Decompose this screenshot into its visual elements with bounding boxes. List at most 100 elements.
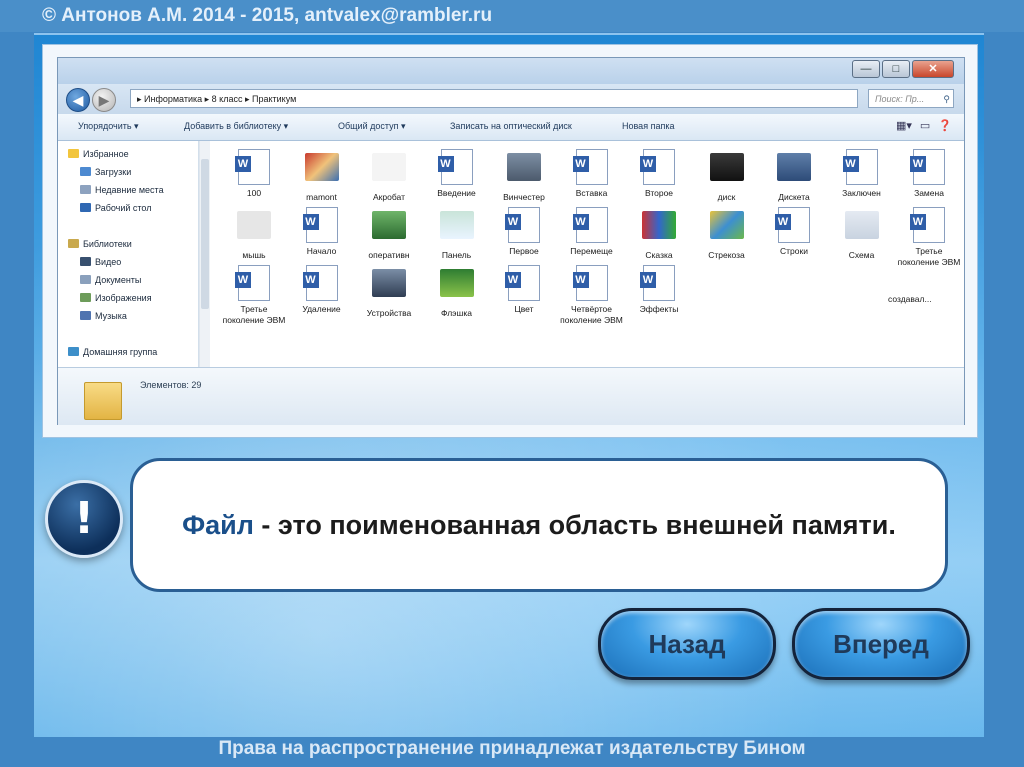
file-item[interactable]: Винчестер bbox=[490, 149, 558, 203]
file-item[interactable]: Первое bbox=[490, 207, 558, 257]
file-label: Сказка bbox=[645, 250, 673, 260]
definition-text: Файл - это поименованная область внешней… bbox=[182, 505, 896, 545]
search-input[interactable]: Поиск: Пр... ⚲ bbox=[868, 89, 954, 108]
sidebar-item-desktop[interactable]: Рабочий стол bbox=[80, 203, 152, 213]
navigation-pane: Избранное Загрузки Недавние места Рабочи… bbox=[58, 141, 199, 367]
file-item[interactable]: Панель bbox=[423, 207, 491, 261]
file-item[interactable]: Флэшка bbox=[423, 265, 491, 319]
view-icon[interactable]: ▦▾ bbox=[896, 119, 912, 132]
sidebar-label: Избранное bbox=[83, 149, 129, 159]
sidebar-item-video[interactable]: Видео bbox=[80, 257, 121, 267]
file-label: Акробат bbox=[373, 192, 405, 202]
share-button[interactable]: Общий доступ ▾ bbox=[338, 121, 406, 132]
forward-button[interactable]: Вперед bbox=[792, 608, 970, 680]
file-thumbnail bbox=[372, 211, 406, 239]
burn-button[interactable]: Записать на оптический диск bbox=[450, 121, 572, 131]
sidebar-item-libraries[interactable]: Библиотеки bbox=[68, 239, 132, 249]
new-folder-button[interactable]: Новая папка bbox=[622, 121, 674, 131]
file-item[interactable]: 100 bbox=[220, 149, 288, 199]
definition-box: Файл - это поименованная область внешней… bbox=[130, 458, 948, 592]
file-item[interactable]: Акробат bbox=[355, 149, 423, 203]
document-glyph bbox=[302, 265, 338, 301]
close-button[interactable]: ✕ bbox=[912, 60, 954, 78]
word-document-icon bbox=[909, 149, 949, 185]
desktop-icon bbox=[80, 203, 91, 212]
file-item[interactable]: мышь bbox=[220, 207, 288, 261]
file-icon bbox=[842, 211, 882, 247]
file-label: Цвет bbox=[514, 304, 534, 314]
preview-pane-icon[interactable]: ▭ bbox=[920, 119, 930, 132]
file-item[interactable]: Третье поколение ЭВМ bbox=[895, 207, 963, 268]
file-icon bbox=[774, 153, 814, 189]
file-item[interactable]: Стрекоза bbox=[693, 207, 761, 261]
forward-arrow-icon[interactable]: ▶ bbox=[92, 88, 116, 112]
sidebar-item-downloads[interactable]: Загрузки bbox=[80, 167, 131, 177]
file-item[interactable]: Начало bbox=[288, 207, 356, 257]
sidebar-item-documents[interactable]: Документы bbox=[80, 275, 141, 285]
file-item[interactable]: Удаление bbox=[288, 265, 356, 315]
address-bar[interactable]: ▸ Информатика ▸ 8 класс ▸ Практикум bbox=[130, 89, 858, 108]
file-item[interactable]: оперативн bbox=[355, 207, 423, 261]
search-icon[interactable]: ⚲ bbox=[943, 90, 950, 109]
file-icon bbox=[707, 211, 747, 247]
sidebar-label: Музыка bbox=[95, 311, 127, 321]
file-label: Панель bbox=[441, 250, 472, 260]
file-item[interactable]: Схема bbox=[828, 207, 896, 261]
back-button[interactable]: Назад bbox=[598, 608, 776, 680]
scrollbar-thumb[interactable] bbox=[201, 159, 209, 309]
back-arrow-icon[interactable]: ◀ bbox=[66, 88, 90, 112]
minimize-button[interactable]: — bbox=[852, 60, 880, 78]
maximize-button[interactable]: □ bbox=[882, 60, 910, 78]
sidebar-label: Рабочий стол bbox=[95, 203, 152, 213]
word-document-icon bbox=[572, 265, 612, 301]
file-label: Начало bbox=[306, 246, 337, 256]
sidebar-item-homegroup[interactable]: Домашняя группа bbox=[68, 347, 157, 357]
file-item[interactable]: Третье поколение ЭВМ bbox=[220, 265, 288, 326]
sidebar-item-recent[interactable]: Недавние места bbox=[80, 185, 164, 195]
document-glyph bbox=[775, 207, 810, 243]
file-icon bbox=[437, 211, 477, 247]
help-icon[interactable]: ❓ bbox=[938, 119, 952, 132]
add-to-library-button[interactable]: Добавить в библиотеку ▾ bbox=[184, 121, 288, 132]
word-document-icon bbox=[909, 207, 949, 243]
file-item[interactable]: Цвет bbox=[490, 265, 558, 315]
organize-button[interactable]: Упорядочить ▾ bbox=[78, 121, 139, 132]
file-label: Эффекты bbox=[639, 304, 679, 314]
file-item[interactable]: Четвёртое поколение ЭВМ bbox=[558, 265, 626, 326]
word-document-icon bbox=[842, 149, 882, 185]
word-document-icon bbox=[504, 207, 544, 243]
truncated-label: создавал... bbox=[888, 291, 956, 305]
file-item[interactable]: Дискета bbox=[760, 149, 828, 203]
file-thumbnail bbox=[304, 153, 339, 181]
search-placeholder: Поиск: Пр... bbox=[875, 94, 925, 104]
word-document-icon bbox=[234, 265, 274, 301]
file-item[interactable]: Вставка bbox=[558, 149, 626, 199]
sidebar-label: Изображения bbox=[95, 293, 152, 303]
file-item[interactable]: Строки bbox=[760, 207, 828, 257]
document-glyph bbox=[572, 207, 608, 243]
file-item[interactable]: Перемеще bbox=[558, 207, 626, 257]
word-document-icon bbox=[639, 265, 679, 301]
sidebar-item-images[interactable]: Изображения bbox=[80, 293, 152, 303]
file-item[interactable]: Замена bbox=[895, 149, 963, 199]
file-item[interactable]: mamont bbox=[288, 149, 356, 203]
file-item[interactable]: Второе bbox=[625, 149, 693, 199]
video-icon bbox=[80, 257, 91, 266]
file-label: 100 bbox=[246, 188, 262, 198]
file-item[interactable]: Устройства bbox=[355, 265, 423, 319]
recent-places-icon bbox=[80, 185, 91, 194]
sidebar-item-music[interactable]: Музыка bbox=[80, 311, 127, 321]
sidebar-scrollbar[interactable] bbox=[199, 141, 210, 367]
file-item[interactable]: Введение bbox=[423, 149, 491, 199]
file-item[interactable]: диск bbox=[693, 149, 761, 203]
file-label: Стрекоза bbox=[708, 250, 745, 260]
breadcrumb[interactable]: ▸ Информатика ▸ 8 класс ▸ Практикум bbox=[137, 94, 296, 104]
file-item[interactable]: Заключен bbox=[828, 149, 896, 199]
document-glyph bbox=[910, 149, 945, 185]
file-icon bbox=[302, 153, 342, 189]
file-item[interactable]: Сказка bbox=[625, 207, 693, 261]
sidebar-item-favorites[interactable]: Избранное bbox=[68, 149, 129, 159]
file-label: Устройства bbox=[366, 308, 412, 318]
document-glyph bbox=[910, 207, 945, 243]
file-item[interactable]: Эффекты bbox=[625, 265, 693, 315]
